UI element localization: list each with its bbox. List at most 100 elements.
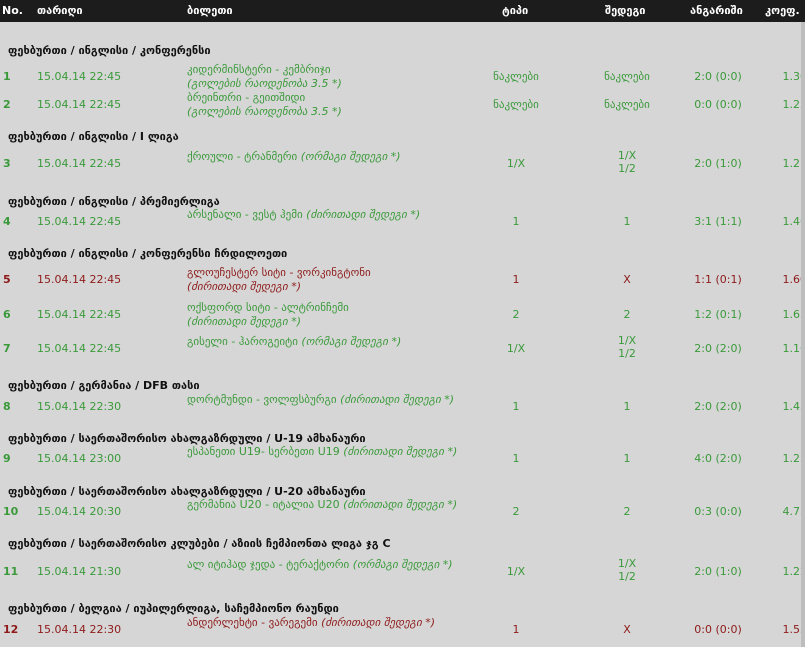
row-date: 15.04.14 20:30 xyxy=(37,505,122,518)
event-note: (ორმაგი შედეგი *) xyxy=(352,558,453,571)
row-event[interactable]: არსენალი - ვესტ ჰემი (ძირითადი შედეგი *) xyxy=(187,208,462,222)
row-result: 1/X 1/2 xyxy=(597,557,657,583)
row-type: 1 xyxy=(512,273,520,286)
row-coef: 1.22 xyxy=(782,565,805,578)
row-score: 2:0 (1:0) xyxy=(694,157,742,170)
event-name: ქროული - ტრანმერი xyxy=(187,150,298,163)
category-heading: ფეხბურთი / ინგლისი / კონფერენსი xyxy=(8,44,211,57)
result-line: 1 xyxy=(623,400,631,413)
row-type: 1/X xyxy=(506,342,526,355)
row-score: 2:0 (1:0) xyxy=(694,565,742,578)
row-event[interactable]: ოქსფორდ სიტი - ალტრინჩემი (ძირითადი შედე… xyxy=(187,301,462,329)
row-coef: 1.46 xyxy=(782,215,805,228)
row-coef: 1.30 xyxy=(782,70,805,83)
row-coef: 4.75 xyxy=(782,505,805,518)
row-type: 1/X xyxy=(506,157,526,170)
row-event[interactable]: ქროული - ტრანმერი (ორმაგი შედეგი *) xyxy=(187,150,462,164)
scrollbar-track[interactable] xyxy=(801,22,805,647)
row-number: 5 xyxy=(3,273,11,286)
row-event[interactable]: გერმანია U20 - იტალია U20 (ძირითადი შედე… xyxy=(187,498,462,512)
result-line: X xyxy=(623,623,631,636)
row-date: 15.04.14 22:45 xyxy=(37,157,122,170)
row-number: 9 xyxy=(3,452,11,465)
event-name: ოქსფორდ სიტი - ალტრინჩემი xyxy=(187,301,349,314)
row-event[interactable]: დორტმუნდი - ვოლფსბურგი (ძირითადი შედეგი … xyxy=(187,393,462,407)
row-coef: 1.65 xyxy=(782,308,805,321)
row-score: 2:0 (2:0) xyxy=(694,342,742,355)
header-no: No. xyxy=(2,4,23,17)
row-date: 15.04.14 22:30 xyxy=(37,400,122,413)
row-date: 15.04.14 22:45 xyxy=(37,98,122,111)
event-name: ალ იტიჰად ჯედა - ტერაქტორი xyxy=(187,558,350,571)
row-type: ნაკლები xyxy=(493,98,539,111)
result-line: 1/2 xyxy=(618,347,636,360)
row-coef: 1.60 xyxy=(782,273,805,286)
result-line: X xyxy=(623,273,631,286)
row-event[interactable]: კიდერმინსტერი - კემბრიჯი (გოლების რაოდენ… xyxy=(187,63,462,91)
event-name: კიდერმინსტერი - კემბრიჯი xyxy=(187,63,331,76)
row-event[interactable]: გისელი - ჰაროგეიტი (ორმაგი შედეგი *) xyxy=(187,335,462,349)
result-line: 1/X xyxy=(617,149,637,162)
row-coef: 1.25 xyxy=(782,452,805,465)
row-date: 15.04.14 22:45 xyxy=(37,215,122,228)
row-type: 1 xyxy=(512,623,520,636)
result-line: 2 xyxy=(623,505,631,518)
category-heading: ფეხბურთი / ინგლისი / პრემიერლიგა xyxy=(8,195,220,208)
row-number: 4 xyxy=(3,215,11,228)
row-type: 2 xyxy=(512,308,520,321)
event-note: (ძირითადი შედეგი *) xyxy=(343,498,458,511)
event-name: ანდერლეხტი - ვარეგემი xyxy=(187,616,318,629)
row-score: 0:0 (0:0) xyxy=(694,98,742,111)
row-coef: 1.55 xyxy=(782,623,805,636)
row-number: 11 xyxy=(3,565,19,578)
row-result: 1 xyxy=(597,400,657,413)
category-heading: ფეხბურთი / საერთაშორისო კლუბები / აზიის … xyxy=(8,537,391,550)
row-date: 15.04.14 22:45 xyxy=(37,273,122,286)
row-type: 1 xyxy=(512,452,520,465)
event-name: ესპანეთი U19- სერბეთი U19 xyxy=(187,445,340,458)
row-type: 1 xyxy=(512,400,520,413)
row-event[interactable]: ესპანეთი U19- სერბეთი U19 (ძირითადი შედე… xyxy=(187,445,462,459)
result-line: ნაკლები xyxy=(604,70,650,83)
result-line: 1/2 xyxy=(618,162,636,175)
row-number: 6 xyxy=(3,308,11,321)
row-number: 12 xyxy=(3,623,19,636)
category-heading: ფეხბურთი / ინგლისი / I ლიგა xyxy=(8,130,179,143)
row-score: 1:1 (0:1) xyxy=(694,273,742,286)
category-heading: ფეხბურთი / გერმანია / DFB თასი xyxy=(8,379,200,392)
event-note: (ძირითადი შედეგი *) xyxy=(321,616,436,629)
row-score: 1:2 (0:1) xyxy=(694,308,742,321)
result-line: ნაკლები xyxy=(604,98,650,111)
row-event[interactable]: ანდერლეხტი - ვარეგემი (ძირითადი შედეგი *… xyxy=(187,616,462,630)
event-note: (ძირითადი შედეგი *) xyxy=(306,208,421,221)
row-number: 2 xyxy=(3,98,11,111)
row-result: 1/X 1/2 xyxy=(597,334,657,360)
event-note: (ორმაგი შედეგი *) xyxy=(300,150,401,163)
event-name: გლოუჩესტერ სიტი - ვორკინგტონი xyxy=(187,266,371,279)
row-score: 0:3 (0:0) xyxy=(694,505,742,518)
row-event[interactable]: ბრეინთრი - გეითშიდი (გოლების რაოდენობა 3… xyxy=(187,91,462,119)
result-line: 1/2 xyxy=(618,570,636,583)
header-result: შედეგი xyxy=(605,4,646,17)
event-name: გერმანია U20 - იტალია U20 xyxy=(187,498,340,511)
row-number: 8 xyxy=(3,400,11,413)
result-line: 1/X xyxy=(617,334,637,347)
row-coef: 1.21 xyxy=(782,157,805,170)
result-line: 1 xyxy=(623,452,631,465)
result-line: 1/X xyxy=(617,557,637,570)
row-result: ნაკლები xyxy=(597,70,657,83)
row-event[interactable]: გლოუჩესტერ სიტი - ვორკინგტონი (ძირითადი … xyxy=(187,266,462,294)
category-heading: ფეხბურთი / საერთაშორისო ახალგაზრდული / U… xyxy=(8,432,366,445)
event-note: (ძირითადი შედეგი *) xyxy=(187,315,301,328)
row-result: 2 xyxy=(597,308,657,321)
row-event[interactable]: ალ იტიჰად ჯედა - ტერაქტორი (ორმაგი შედეგ… xyxy=(187,558,462,572)
result-line: 1 xyxy=(623,215,631,228)
row-number: 1 xyxy=(3,70,11,83)
row-score: 3:1 (1:1) xyxy=(694,215,742,228)
row-date: 15.04.14 22:45 xyxy=(37,342,122,355)
header-date: თარიღი xyxy=(37,4,83,17)
result-line: 2 xyxy=(623,308,631,321)
row-date: 15.04.14 22:45 xyxy=(37,308,122,321)
row-date: 15.04.14 22:45 xyxy=(37,70,122,83)
row-coef: 1.16 xyxy=(782,342,805,355)
